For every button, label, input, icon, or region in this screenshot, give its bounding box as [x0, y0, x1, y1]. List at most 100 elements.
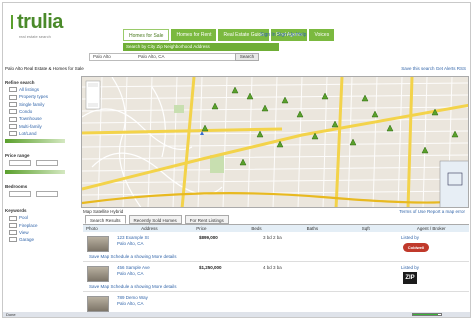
listing-photo[interactable] [87, 266, 109, 282]
tab-for-rent[interactable]: For Rent Listings [184, 215, 229, 224]
results-title: Palo Alto Real Estate & Homes for Sale [5, 66, 84, 71]
beds-max-input[interactable] [36, 191, 59, 198]
site-header: trulia real estate search Homes for Sale… [3, 3, 470, 63]
search-subnav: Search by City Zip Neighborhood Address [123, 43, 279, 51]
listing-photo[interactable] [87, 236, 109, 252]
price-range-inputs [9, 160, 77, 167]
map-type-switcher[interactable]: Map Satellite Hybrid [83, 209, 123, 214]
sidebar-item-label: View [19, 229, 29, 235]
search-value: Palo Alto [93, 54, 111, 59]
checkbox[interactable] [9, 94, 17, 100]
checkbox[interactable] [9, 230, 17, 236]
address-city: Palo Alto, CA [117, 241, 144, 246]
map-controls: Map Satellite Hybrid Terms of Use Report… [83, 208, 469, 215]
sidebar-item[interactable]: Garage [9, 237, 77, 243]
logo-tagline: real estate search [19, 34, 51, 39]
search-input[interactable]: Palo Alto Palo Alto, CA [89, 53, 259, 61]
sidebar-item-label: Pool [19, 215, 29, 221]
sidebar-item[interactable]: Fireplace [9, 223, 77, 228]
sidebar-item-label: Lot/Land [19, 130, 37, 136]
listing-photo[interactable] [87, 296, 109, 312]
listing-address[interactable]: 789 Demo Way Palo Alto, CA [117, 295, 148, 307]
row-actions[interactable]: Save Map Schedule a showing More details [89, 254, 177, 259]
sidebar-item-label: Garage [19, 237, 35, 243]
status-text: Done [6, 312, 16, 317]
map-terms[interactable]: Terms of Use Report a map error [399, 208, 465, 215]
listing-address[interactable]: 123 Example St Palo Alto, CA [117, 235, 149, 247]
tab-voices[interactable]: Voices [309, 29, 335, 41]
col-agent[interactable]: Agent / Broker [414, 225, 469, 232]
bedrooms-inputs [9, 191, 77, 198]
checkbox[interactable] [9, 87, 17, 93]
checkbox[interactable] [9, 109, 17, 115]
sidebar-item-label: Condo [19, 108, 33, 114]
listing-meta: 3 bd 2 ba [263, 235, 282, 240]
price-slider[interactable] [5, 170, 65, 175]
beds-min-input[interactable] [9, 191, 31, 198]
sidebar-item[interactable]: Lot/Land [9, 130, 77, 137]
address-city: Palo Alto, CA [117, 301, 144, 306]
sidebar-item[interactable]: Pool [9, 215, 77, 221]
sidebar-item[interactable]: View [9, 229, 77, 236]
search-button[interactable]: Search [235, 53, 259, 61]
listing-agent[interactable]: Listed by [401, 235, 419, 240]
row-actions[interactable]: Save Map Schedule a showing More details [89, 284, 177, 289]
sidebar-item[interactable]: Property types [9, 94, 77, 100]
checkbox[interactable] [9, 101, 17, 107]
listing-address[interactable]: 456 Sample Ave Palo Alto, CA [117, 265, 150, 277]
tab-homes-for-sale[interactable]: Homes for Sale [123, 29, 170, 41]
sidebar-item-label: Townhouse [19, 116, 42, 122]
col-baths[interactable]: Baths [304, 225, 359, 232]
broker-logo[interactable]: ZIP [403, 272, 417, 284]
tab-recently-sold[interactable]: Recently Sold Homes [128, 215, 182, 224]
sidebar-heading-price: Price range [5, 153, 30, 159]
results-map[interactable] [81, 76, 469, 208]
account-links[interactable]: Sign In Sign Up Help [260, 30, 306, 40]
table-header: Photo Address Price Beds Baths Sqft Agen… [83, 225, 469, 232]
sidebar-item-label: All listings [19, 87, 40, 92]
col-beds[interactable]: Beds [248, 225, 303, 232]
col-photo[interactable]: Photo [83, 225, 138, 232]
sidebar-item[interactable]: Multi-family [9, 124, 77, 129]
tab-homes-for-rent[interactable]: Homes for Rent [171, 29, 217, 41]
checkbox[interactable] [9, 131, 17, 137]
trulia-logo[interactable]: trulia real estate search [11, 9, 81, 43]
results-bar: Palo Alto Real Estate & Homes for Sale S… [5, 65, 470, 73]
sidebar-item-label: Property types [19, 94, 49, 100]
broker-logo[interactable]: Coldwell [403, 243, 429, 252]
col-price[interactable]: Price [193, 225, 248, 232]
map-canvas[interactable] [82, 77, 469, 208]
listing-meta: 4 bd 3 ba [263, 265, 282, 270]
sidebar-item-label: Single family [19, 101, 45, 107]
checkbox[interactable] [9, 222, 17, 228]
checkbox[interactable] [9, 215, 17, 221]
price-min-input[interactable] [9, 160, 31, 167]
progress-fill [413, 314, 439, 315]
sidebar-divider [5, 139, 65, 144]
col-address[interactable]: Address [138, 225, 193, 232]
sidebar-heading-refine: Refine search [5, 80, 35, 85]
checkbox[interactable] [9, 116, 17, 122]
results-table: Photo Address Price Beds Baths Sqft Agen… [83, 224, 469, 317]
table-row[interactable]: 123 Example St Palo Alto, CA $899,000 3 … [83, 232, 469, 262]
browser-window: trulia real estate search Homes for Sale… [2, 2, 471, 318]
col-sqft[interactable]: Sqft [359, 225, 414, 232]
table-row[interactable]: 456 Sample Ave Palo Alto, CA $1,250,000 … [83, 262, 469, 292]
sidebar-item[interactable]: Condo [9, 108, 77, 115]
search-value-secondary: Palo Alto, CA [138, 54, 165, 59]
sidebar-item[interactable]: Single family [9, 102, 77, 107]
tab-search-results[interactable]: Search Results [85, 215, 126, 224]
results-actions[interactable]: Save this search Get Alerts RSS [401, 65, 466, 73]
sidebar-item[interactable]: Townhouse [9, 116, 77, 122]
sidebar-item-label: Multi-family [19, 123, 42, 129]
listing-agent[interactable]: Listed by [401, 265, 419, 270]
sidebar-heading-bedrooms: Bedrooms [5, 184, 28, 190]
result-tabs: Search Results Recently Sold Homes For R… [85, 215, 229, 224]
address-city: Palo Alto, CA [117, 271, 144, 276]
price-max-input[interactable] [36, 160, 59, 167]
checkbox[interactable] [9, 237, 17, 243]
checkbox[interactable] [9, 123, 17, 129]
sidebar-item-label: Fireplace [19, 222, 38, 228]
sidebar-item[interactable]: All listings [9, 87, 77, 93]
status-bar: Done [3, 312, 470, 317]
